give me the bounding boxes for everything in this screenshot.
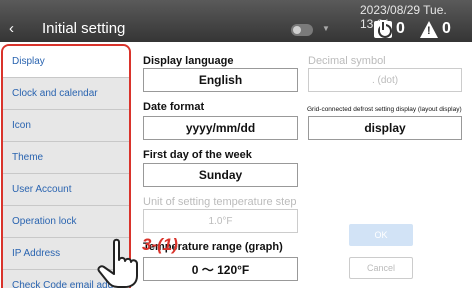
first-day-select[interactable]: Sunday [143, 163, 298, 187]
sidebar-item-display[interactable]: Display [3, 46, 129, 78]
sidebar-item-icon[interactable]: Icon [3, 110, 129, 142]
sidebar-item-operation-lock[interactable]: Operation lock [3, 206, 129, 238]
chevron-down-icon[interactable]: ▼ [322, 24, 330, 33]
cancel-button[interactable]: Cancel [349, 257, 413, 279]
sidebar-item-theme[interactable]: Theme [3, 142, 129, 174]
first-day-label: First day of the week [143, 149, 252, 161]
temp-range-select[interactable]: 0 〜 120°F [143, 257, 298, 281]
page-title: Initial setting [42, 20, 126, 37]
defrost-display-select[interactable]: display [308, 116, 462, 140]
warning-icon [420, 20, 438, 38]
toggle-switch[interactable] [291, 24, 313, 36]
sidebar-item-user-account[interactable]: User Account [3, 174, 129, 206]
decimal-symbol-label: Decimal symbol [308, 55, 386, 67]
unit-step-label: Unit of setting temperature step [143, 196, 297, 208]
defrost-display-label: Grid-connected defrost setting display (… [307, 106, 462, 113]
back-icon[interactable]: ‹ [9, 21, 14, 37]
power-icon [374, 20, 392, 38]
date-format-select[interactable]: yyyy/mm/dd [143, 116, 298, 140]
alarm-count: 0 [442, 20, 451, 37]
display-language-select[interactable]: English [143, 68, 298, 92]
decimal-symbol-select: . (dot) [308, 68, 462, 92]
alarm-status[interactable]: 0 [420, 20, 451, 38]
header-bar: ‹ Initial setting ▼ 2023/08/29 Tue. 13:2… [0, 0, 472, 42]
step-callout: 3-(1) [142, 235, 178, 254]
unit-step-select: 1.0°F [143, 209, 298, 233]
pointing-hand-icon [97, 238, 138, 288]
power-count: 0 [396, 20, 405, 37]
power-status[interactable]: 0 [374, 20, 405, 38]
ok-button[interactable]: OK [349, 224, 413, 246]
sidebar-item-clock[interactable]: Clock and calendar [3, 78, 129, 110]
display-language-label: Display language [143, 55, 234, 67]
toggle-knob [293, 26, 301, 34]
date-format-label: Date format [143, 101, 205, 113]
